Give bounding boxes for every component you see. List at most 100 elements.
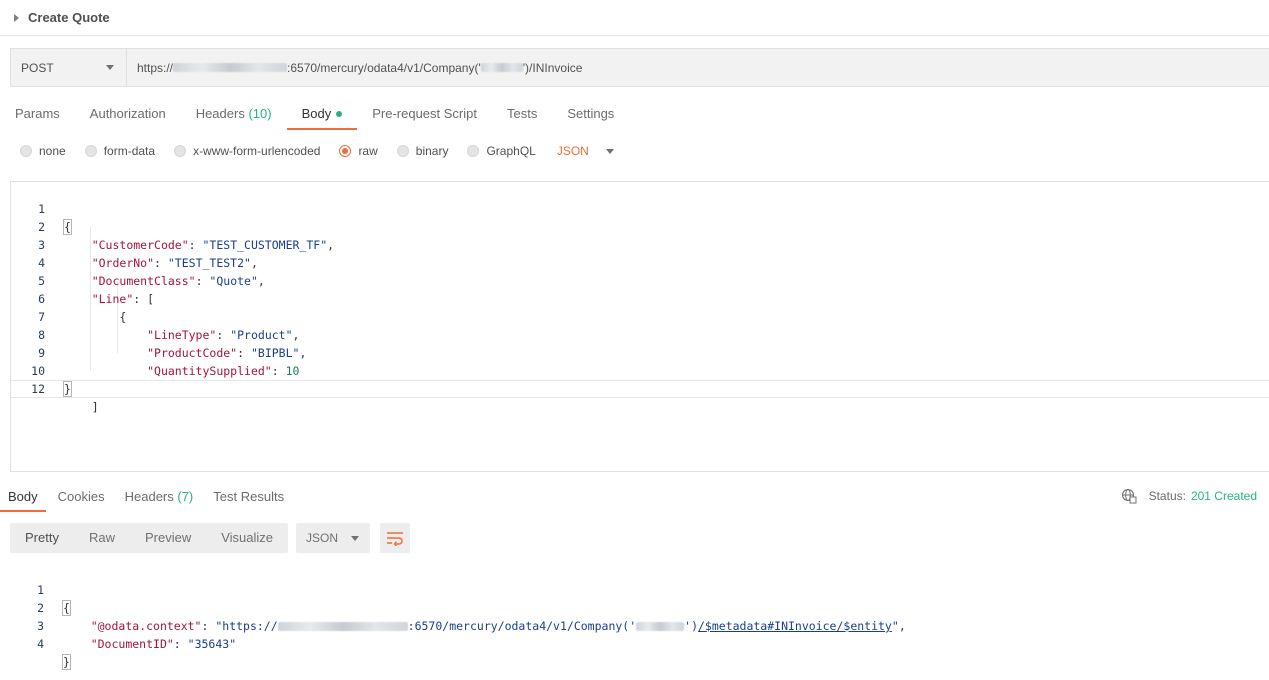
tab-label: Pre-request Script [372,106,477,121]
code-line: 6 { [11,272,1269,324]
body-type-options: none form-data x-www-form-urlencoded raw… [20,142,614,160]
status-label: Status: [1148,489,1186,503]
radio-icon [396,145,409,157]
code-line: 4 "DocumentClass": "Quote", [11,236,1269,288]
radio-label: form-data [103,144,156,158]
tab-pre-request-script[interactable]: Pre-request Script [357,100,492,130]
tab-authorization[interactable]: Authorization [75,100,181,130]
url-suffix: ')/INInvoice [522,60,583,75]
headers-count: (7) [177,489,194,504]
body-type-graphql[interactable]: GraphQL [467,144,536,158]
tab-label: Params [15,106,60,121]
radio-label: binary [415,144,449,158]
radio-icon [20,145,32,157]
globe-icon[interactable] [1121,488,1137,504]
code-line: 10 } [11,344,1269,396]
code-line: 3 "OrderNo": "TEST_TEST2", [11,218,1269,270]
request-header[interactable]: Create Quote [0,0,1269,36]
code-line: 8 "ProductCode": "BIPBL", [11,308,1269,360]
tab-body[interactable]: Body [286,100,358,130]
code-line: 4 } [10,617,1269,670]
wrap-lines-button[interactable] [380,523,411,553]
tab-label: Cookies [57,489,105,504]
response-tab-cookies[interactable]: Cookies [50,484,113,512]
body-type-form-data[interactable]: form-data [84,144,156,158]
body-type-raw[interactable]: raw [339,144,378,158]
radio-icon [84,145,97,157]
method-select[interactable]: POST [11,49,127,86]
url-prefix: https:// [137,60,174,75]
line-number: 12 [31,382,45,396]
response-language-label: JSON [306,531,339,545]
request-title[interactable]: Create Quote [28,10,110,25]
response-status: Status: 201 Created [1121,488,1257,504]
tab-settings[interactable]: Settings [552,100,629,130]
radio-checked-icon [339,145,352,157]
tab-label: Headers [195,106,245,121]
modified-dot-icon [336,110,343,117]
line-code: } [62,653,71,671]
radio-icon [467,145,480,157]
code-line: 2 "@odata.context": "https://:6570/mercu… [10,581,1269,633]
response-tab-test-results[interactable]: Test Results [205,484,292,512]
wrap-lines-icon [387,532,404,546]
view-preview-button[interactable]: Preview [130,523,206,553]
request-tabs: Params Authorization Headers (10) Body P… [0,100,629,130]
body-type-none[interactable]: none [20,144,66,158]
response-tab-body[interactable]: Body [0,484,46,512]
tab-label: Settings [567,106,615,121]
view-pretty-button[interactable]: Pretty [10,523,74,553]
caret-right-icon[interactable] [14,13,19,22]
url-bar: POST https:// :6570/mercury/odata4/v1/Co… [10,48,1269,87]
code-line: 7 "LineType": "Product", [11,290,1269,342]
json-key: "DocumentID" [90,637,174,651]
tab-label: Test Results [213,489,285,504]
close-brace: } [62,654,71,670]
response-tab-headers[interactable]: Headers (7) [117,484,202,512]
request-body-editor[interactable]: 1 { 2 "CustomerCode": "TEST_CUSTOMER_TF"… [10,181,1269,472]
code-line: 1 { [10,563,1269,616]
body-type-binary[interactable]: binary [396,144,449,158]
tab-label: Body [8,489,38,504]
radio-label: x-www-form-urlencoded [193,144,321,158]
body-language-label: JSON [556,144,589,158]
tab-label: Authorization [89,106,166,121]
json-string: "35643" [187,637,237,651]
view-visualize-button[interactable]: Visualize [206,523,288,553]
tab-label: Body [301,106,332,121]
line-number: 4 [37,637,44,651]
close-brace: } [63,381,72,397]
redacted-host [173,63,288,72]
radio-label: GraphQL [486,144,536,158]
url-input[interactable]: https:// :6570/mercury/odata4/v1/Company… [127,49,1269,86]
response-language-select[interactable]: JSON [296,523,371,553]
status-value[interactable]: 201 Created [1191,489,1257,503]
tab-label: Tests [506,106,538,121]
line-code: "DocumentID": "35643" [90,637,237,651]
chevron-down-icon [605,148,614,154]
tab-headers[interactable]: Headers (10) [181,100,287,130]
redacted-company [480,63,523,72]
url-mid: :6570/mercury/odata4/v1/Company(' [287,60,481,75]
code-line: 3 "DocumentID": "35643" [10,599,1269,651]
response-body-viewer[interactable]: 1 { 2 "@odata.context": "https://:6570/m… [10,563,1269,670]
radio-icon [174,145,187,157]
close-bracket: ] [91,400,99,414]
body-type-urlencoded[interactable]: x-www-form-urlencoded [174,144,320,158]
code-line: 11 ] [11,362,1269,414]
code-line-current: 12 } [11,380,1269,398]
response-tabs: Body Cookies Headers (7) Test Results [0,484,296,512]
code-line: 9 "QuantitySupplied": 10 [11,326,1269,378]
radio-label: none [39,144,66,158]
line-code: ] [64,398,99,416]
view-mode-group: Pretty Raw Preview Visualize [10,523,289,553]
code-line: 2 "CustomerCode": "TEST_CUSTOMER_TF", [11,200,1269,252]
tab-tests[interactable]: Tests [492,100,552,130]
radio-label: raw [358,144,378,158]
body-language-select[interactable]: JSON [557,144,614,158]
response-toolbar: Pretty Raw Preview Visualize JSON [10,523,411,553]
view-raw-button[interactable]: Raw [74,523,130,553]
tab-label: Headers [124,489,174,504]
code-line: 1 { [11,182,1269,235]
tab-params[interactable]: Params [0,100,75,130]
